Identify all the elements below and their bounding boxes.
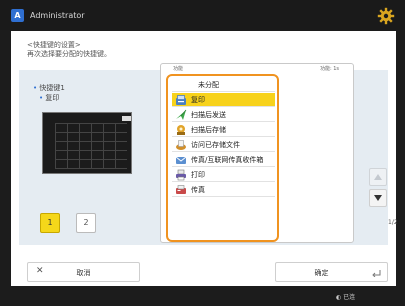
status-indicator[interactable]: ◐ 已连 [336, 292, 355, 301]
option-fax-inbox[interactable]: 传真/互联网传真收件箱 [172, 153, 275, 167]
tree-item-root[interactable]: • 快捷键1 [33, 83, 65, 93]
fax-icon [175, 184, 187, 196]
ok-label: 确定 [314, 269, 329, 277]
cancel-button[interactable]: ✕ 取消 [27, 262, 140, 282]
triangle-up-icon [374, 174, 382, 180]
triangle-down-icon [374, 195, 382, 201]
scroll-up-button[interactable] [369, 168, 387, 186]
option-stored-files[interactable]: 访问已存储文件 [172, 138, 275, 152]
page-button-1[interactable]: 1 [40, 213, 60, 233]
instructions: <快捷键的设置> 再次选择要分配的快捷键。 [27, 41, 111, 59]
option-scan-send[interactable]: 扫描后发送 [172, 108, 275, 122]
page-button-2[interactable]: 2 [76, 213, 96, 233]
ok-button[interactable]: 确定 [275, 262, 388, 282]
preview-grid [55, 123, 127, 169]
option-print[interactable]: 打印 [172, 168, 275, 182]
print-icon [175, 169, 187, 181]
instruction-title: <快捷键的设置> [27, 41, 81, 49]
option-fax[interactable]: 传真 [172, 183, 275, 197]
stored-files-icon [175, 139, 187, 151]
cancel-label: 取消 [76, 269, 91, 277]
scan-store-icon [175, 124, 187, 136]
option-label: 扫描后存储 [191, 125, 226, 134]
option-label: 打印 [191, 170, 205, 179]
list-header-left: 功能 [173, 66, 184, 72]
option-label: 传真/互联网传真收件箱 [191, 155, 264, 164]
option-scan-store[interactable]: 扫描后存储 [172, 123, 275, 137]
scroll-down-button[interactable] [369, 189, 387, 207]
footer-bar: ◐ 已连 [0, 287, 405, 306]
option-label: 未分配 [198, 80, 219, 89]
function-dropdown[interactable]: 未分配 复印 扫描后发送 扫描后存储 访问已存储文件 传真/互联网传真收件箱 打… [166, 74, 279, 242]
user-icon: A [11, 9, 24, 22]
preview-highlight [122, 116, 131, 121]
option-copy[interactable]: 复印 [172, 93, 275, 107]
option-label: 传真 [191, 185, 205, 194]
option-unassigned[interactable]: 未分配 [172, 78, 275, 92]
page-indicator: 1/2 [388, 219, 398, 226]
enter-icon [372, 270, 381, 279]
scan-send-icon [175, 109, 187, 121]
preview-panel [42, 112, 132, 174]
gear-icon[interactable] [377, 7, 395, 25]
copy-icon [175, 94, 187, 106]
instruction-text: 再次选择要分配的快捷键。 [27, 50, 111, 58]
list-header: 功能 功能: 1s [163, 64, 351, 73]
user-name: Administrator [30, 11, 85, 20]
option-label: 复印 [191, 95, 205, 104]
list-header-right: 功能: 1s [319, 66, 339, 72]
shortcut-tree: • 快捷键1 • 复印 [33, 83, 65, 103]
top-bar: A Administrator [0, 0, 405, 30]
tree-item-child[interactable]: • 复印 [33, 93, 65, 103]
option-label: 扫描后发送 [191, 110, 226, 119]
option-label: 访问已存储文件 [191, 140, 240, 149]
fax-inbox-icon [175, 154, 187, 166]
